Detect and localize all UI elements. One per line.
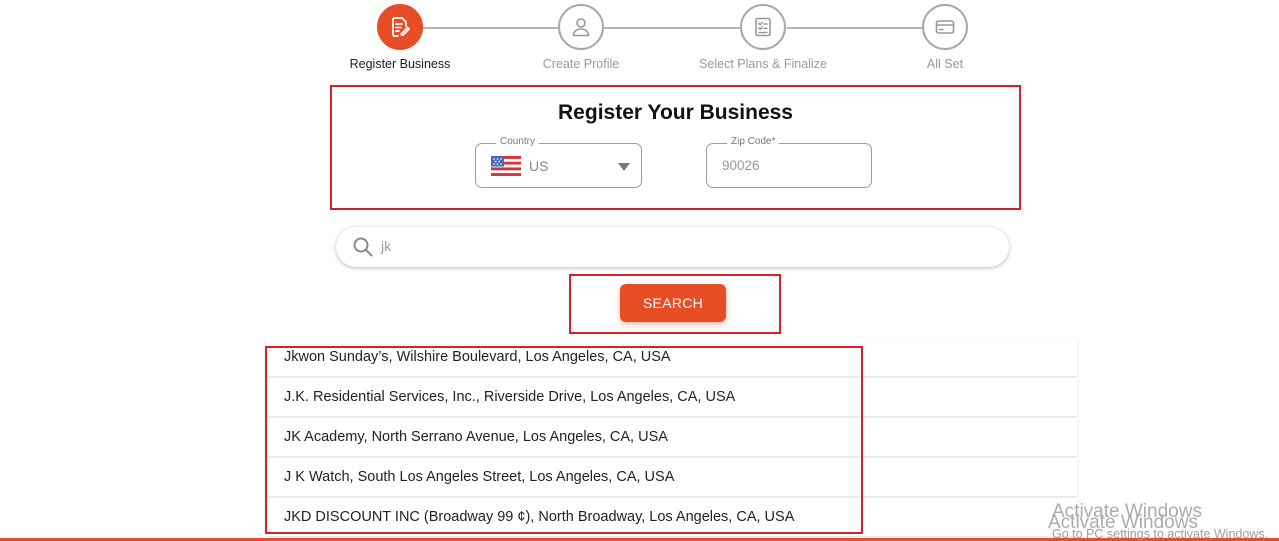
step-label: Select Plans & Finalize [699,57,827,71]
step-select-plans[interactable]: Select Plans & Finalize [683,4,843,71]
checklist-icon [740,4,786,50]
list-item[interactable]: J.K. Residential Services, Inc., Riversi… [266,378,1077,416]
list-item[interactable]: JKD DISCOUNT INC (Broadway 99 ¢), North … [266,498,1077,536]
user-icon [558,4,604,50]
zip-code-value[interactable]: 90026 [722,158,760,173]
country-value: US [529,158,549,174]
step-register-business[interactable]: Register Business [320,4,480,71]
step-label: All Set [926,57,964,71]
activation-watermark-subtext: Go to PC settings to activate Windows. [1052,527,1269,541]
country-label: Country [496,136,540,147]
zip-code-field[interactable]: Zip Code* 90026 [706,136,872,188]
search-input-value[interactable]: jk [381,238,391,254]
register-business-panel: Register Your Business Country US Zip Co… [330,85,1021,210]
credit-card-icon [922,4,968,50]
step-all-set[interactable]: All Set [865,4,1025,71]
page-title: Register Your Business [558,101,793,124]
business-search-input[interactable]: jk [336,227,1009,267]
list-item[interactable]: J K Watch, South Los Angeles Street, Los… [266,458,1077,496]
list-item[interactable]: JK Academy, North Serrano Avenue, Los An… [266,418,1077,456]
progress-stepper: Register Business Create Profile Select … [0,0,1279,80]
us-flag-icon [491,156,521,176]
step-label: Register Business [349,57,451,71]
step-label: Create Profile [542,57,620,71]
step-create-profile[interactable]: Create Profile [501,4,661,71]
search-button-highlight: SEARCH [569,274,781,334]
search-results-list: Jkwon Sunday’s, Wilshire Boulevard, Los … [266,338,1077,538]
search-icon [353,237,373,257]
chevron-down-icon[interactable] [618,163,630,171]
document-edit-icon [377,4,423,50]
search-button[interactable]: SEARCH [620,284,726,322]
zip-code-label: Zip Code* [727,136,780,147]
country-select[interactable]: Country US [475,136,642,188]
list-item[interactable]: Jkwon Sunday’s, Wilshire Boulevard, Los … [266,338,1077,376]
